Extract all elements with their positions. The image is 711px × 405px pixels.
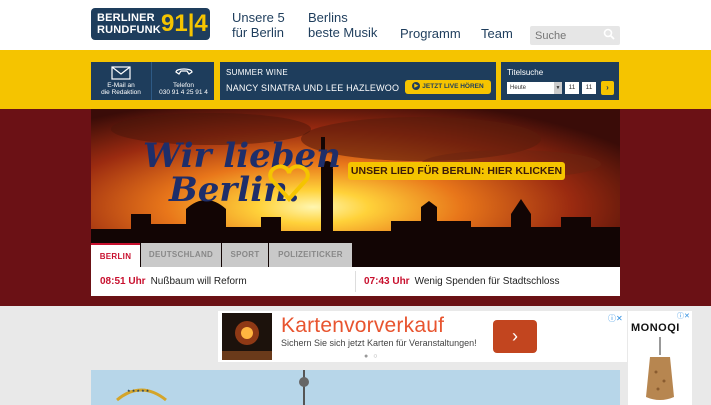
bottom-banner[interactable]: ★ ★ ★ ★ ★ [91,370,620,405]
chevron-right-icon: › [606,83,609,92]
day-select[interactable]: Heute ▼ [507,82,562,94]
tab-berlin[interactable]: BERLIN [91,243,140,267]
title-search-label: Titelsuche [507,68,544,77]
ad-banner[interactable]: Kartenvorverkauf Sichern Sie sich jetzt … [218,311,627,362]
news-ticker: 08:51 Uhr Nußbaum will Reform 07:43 Uhr We… [91,267,620,296]
bottom-banner-image: ★ ★ ★ ★ ★ [91,370,620,405]
now-playing-title: SUMMER WINE [226,68,288,77]
chevron-down-icon: ▼ [554,82,562,94]
ad-next-button[interactable]: › [493,320,537,353]
contact-box: E-Mail an die Redaktion Telefon 030 91 4… [91,62,214,100]
email-button[interactable]: E-Mail an die Redaktion [91,62,152,100]
phone-icon [174,68,193,75]
tab-polizeiticker[interactable]: POLIZEITICKER [269,243,352,267]
now-playing-artist: NANCY SINATRA UND LEE HAZLEWOO [226,83,400,93]
hour-input[interactable]: 11 [565,82,579,94]
news-item[interactable]: 08:51 Uhr Nußbaum will Reform [100,267,247,296]
nav-unsere-5[interactable]: Unsere 5 für Berlin [232,10,285,40]
site-header: BERLINER RUNDFUNK 91|4 Unsere 5 für Berli… [0,0,711,52]
mail-icon [111,66,131,80]
song-for-berlin-button[interactable]: UNSER LIED FÜR BERLIN: HIER KLICKEN [348,162,565,180]
listen-live-button[interactable]: ▶ JETZT LIVE HÖREN [405,80,491,94]
ad-close-icon[interactable]: ⓘ✕ [608,313,623,324]
ad-close-icon[interactable]: ⓘ✕ [677,311,690,321]
logo-text: BERLINER RUNDFUNK [97,12,161,36]
search-icon[interactable] [603,28,617,42]
svg-text:★ ★ ★ ★ ★: ★ ★ ★ ★ ★ [127,388,150,393]
now-playing: SUMMER WINE NANCY SINATRA UND LEE HAZLEW… [220,62,496,100]
ad-pagination[interactable]: ●○ [364,353,382,360]
play-icon: ▶ [412,82,421,91]
logo-number: 91|4 [161,10,208,37]
nav-beste-musik[interactable]: Berlins beste Musik [308,10,377,40]
lamp-image [646,337,674,400]
minute-input[interactable]: 11 [582,82,596,94]
news-divider [355,271,356,292]
title-search: Titelsuche Heute ▼ 11 11 › [501,62,619,100]
ad-image [222,313,272,360]
news-tabs: BERLIN DEUTSCHLAND SPORT POLIZEITICKER [91,243,620,267]
phone-button[interactable]: Telefon 030 91 4 25 91 4 [153,62,214,100]
nav-team[interactable]: Team [481,26,513,41]
site-logo[interactable]: BERLINER RUNDFUNK 91|4 [91,8,210,40]
ad-title: Kartenvorverkauf [281,314,445,337]
tab-deutschland[interactable]: DEUTSCHLAND [141,243,221,267]
side-ad[interactable]: ⓘ✕ MONOQI [628,311,692,405]
tab-sport[interactable]: SPORT [222,243,268,267]
nav-programm[interactable]: Programm [400,26,461,41]
news-item[interactable]: 07:43 Uhr Wenig Spenden für Stadtschloss [364,267,559,296]
title-search-go-button[interactable]: › [601,81,614,95]
side-ad-brand: MONOQI [631,322,680,334]
